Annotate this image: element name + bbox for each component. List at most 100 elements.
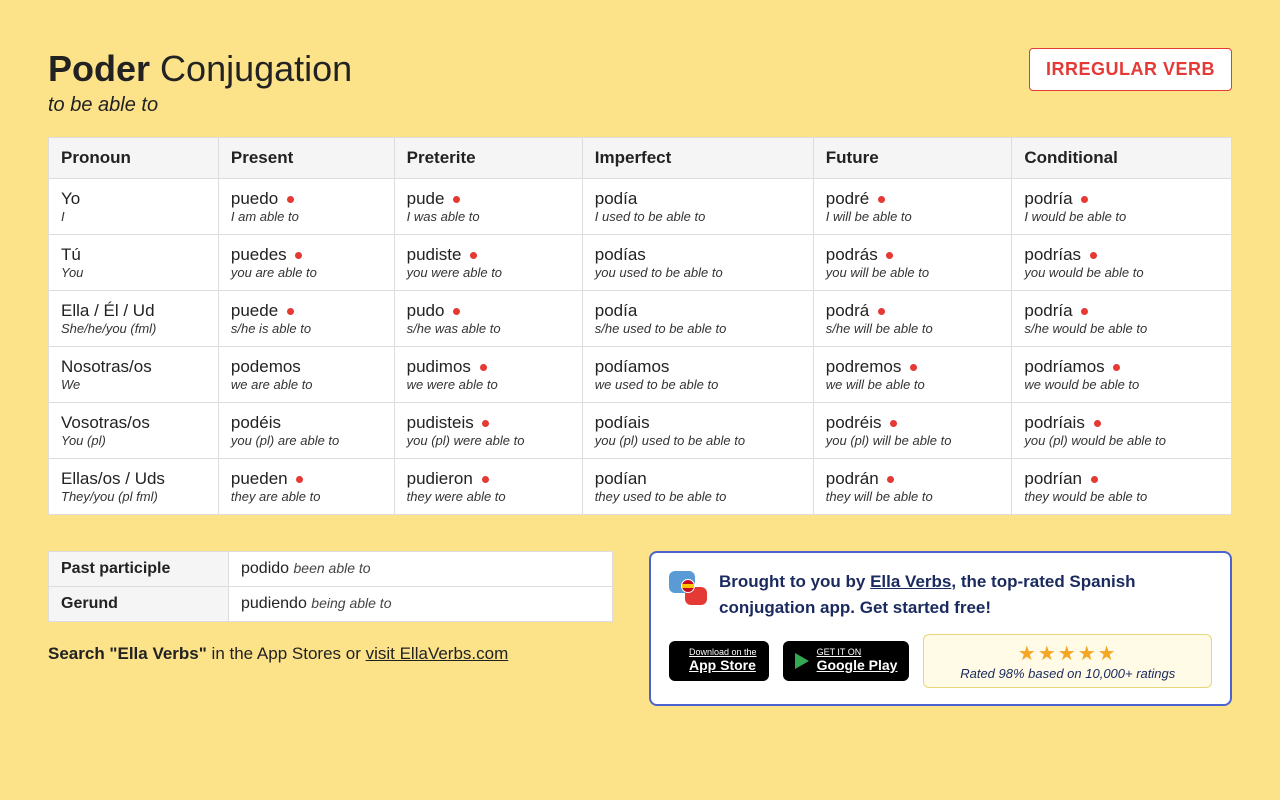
form-sub: I would be able to	[1024, 209, 1219, 224]
conjugation-cell: podía s/he used to be able to	[582, 291, 813, 347]
form: pueden	[231, 469, 382, 489]
pronoun-sub: You	[61, 265, 206, 280]
form-sub: we are able to	[231, 377, 382, 392]
form: podría	[1024, 189, 1219, 209]
pronoun-sub: They/you (pl fml)	[61, 489, 206, 504]
form-sub: they would be able to	[1024, 489, 1219, 504]
table-row: Ella / Él / UdShe/he/you (fml)puede s/he…	[49, 291, 1232, 347]
irregular-dot-icon	[1081, 308, 1088, 315]
form: podrían	[1024, 469, 1219, 489]
form-sub: they are able to	[231, 489, 382, 504]
pronoun-cell: Ella / Él / UdShe/he/you (fml)	[49, 291, 219, 347]
conjugation-cell: podría s/he would be able to	[1012, 291, 1232, 347]
search-prefix: Search "Ella Verbs"	[48, 644, 207, 663]
stars-icon: ★★★★★	[938, 641, 1197, 666]
irregular-dot-icon	[910, 364, 917, 371]
column-header: Preterite	[394, 138, 582, 179]
header: Poder Conjugation to be able to IRREGULA…	[48, 48, 1232, 117]
participle-sub: being able to	[311, 595, 391, 611]
conjugation-cell: podría I would be able to	[1012, 179, 1232, 235]
table-row: Ellas/os / UdsThey/you (pl fml)pueden th…	[49, 459, 1232, 515]
promo-bottom: Download on the App Store GET IT ON Goog…	[669, 634, 1212, 688]
column-header: Pronoun	[49, 138, 219, 179]
form-sub: I am able to	[231, 209, 382, 224]
participle-label: Gerund	[49, 587, 229, 622]
appstore-badge[interactable]: Download on the App Store	[669, 641, 769, 681]
table-row: Vosotras/osYou (pl) podéis you (pl) are a…	[49, 403, 1232, 459]
gplay-l2: Google Play	[817, 658, 898, 673]
participle-cell: pudiendo being able to	[229, 587, 613, 622]
participle-form: podido	[241, 560, 289, 577]
conjugation-table: PronounPresentPreteriteImperfectFutureCo…	[48, 137, 1232, 515]
form-sub: you (pl) are able to	[231, 433, 382, 448]
participle-sub: been able to	[294, 560, 371, 576]
form-sub: you will be able to	[826, 265, 1000, 280]
irregular-dot-icon	[453, 196, 460, 203]
googleplay-badge[interactable]: GET IT ON Google Play	[783, 641, 910, 681]
conjugation-cell: pudieron they were able to	[394, 459, 582, 515]
form: podemos	[231, 357, 382, 377]
form-sub: I was able to	[407, 209, 570, 224]
form-sub: you (pl) used to be able to	[595, 433, 801, 448]
conjugation-cell: podía I used to be able to	[582, 179, 813, 235]
irregular-dot-icon	[886, 252, 893, 259]
conjugation-cell: podremos we will be able to	[813, 347, 1012, 403]
conjugation-cell: podréis you (pl) will be able to	[813, 403, 1012, 459]
pronoun-cell: TúYou	[49, 235, 219, 291]
form-sub: we were able to	[407, 377, 570, 392]
conjugation-cell: pueden they are able to	[218, 459, 394, 515]
search-mid: in the App Stores or	[207, 644, 366, 663]
conjugation-cell: podíamos we used to be able to	[582, 347, 813, 403]
form: podéis	[231, 413, 382, 433]
form: pudiste	[407, 245, 570, 265]
conjugation-cell: podríais you (pl) would be able to	[1012, 403, 1232, 459]
form: podréis	[826, 413, 1000, 433]
form-sub: you would be able to	[1024, 265, 1219, 280]
form-sub: s/he is able to	[231, 321, 382, 336]
participle-row: Past participlepodido been able to	[49, 552, 613, 587]
conjugation-cell: podrán they will be able to	[813, 459, 1012, 515]
form-sub: they will be able to	[826, 489, 1000, 504]
pronoun: Vosotras/os	[61, 413, 206, 433]
search-line: Search "Ella Verbs" in the App Stores or…	[48, 644, 613, 664]
irregular-dot-icon	[1094, 420, 1101, 427]
pronoun-sub: We	[61, 377, 206, 392]
form: pude	[407, 189, 570, 209]
pronoun-cell: Ellas/os / UdsThey/you (pl fml)	[49, 459, 219, 515]
form: podrán	[826, 469, 1000, 489]
conjugation-cell: podrías you would be able to	[1012, 235, 1232, 291]
table-row: TúYoupuedes you are able topudiste you w…	[49, 235, 1232, 291]
conjugation-cell: podemos we are able to	[218, 347, 394, 403]
verb-name: Poder	[48, 48, 150, 89]
form: podríais	[1024, 413, 1219, 433]
form-sub: s/he would be able to	[1024, 321, 1219, 336]
pronoun-sub: You (pl)	[61, 433, 206, 448]
irregular-badge: IRREGULAR VERB	[1029, 48, 1232, 91]
promo-text: Brought to you by Ella Verbs, the top-ra…	[719, 569, 1212, 620]
promo-prefix: Brought to you by	[719, 572, 870, 591]
form: pudieron	[407, 469, 570, 489]
irregular-dot-icon	[878, 196, 885, 203]
conjugation-cell: podíais you (pl) used to be able to	[582, 403, 813, 459]
table-row: Nosotras/osWepodemos we are able topudim…	[49, 347, 1232, 403]
conjugation-cell: pudiste you were able to	[394, 235, 582, 291]
form-sub: I used to be able to	[595, 209, 801, 224]
form-sub: you (pl) would be able to	[1024, 433, 1219, 448]
pronoun-sub: I	[61, 209, 206, 224]
googleplay-icon	[795, 653, 809, 669]
visit-link[interactable]: visit EllaVerbs.com	[366, 644, 509, 663]
rating-text: Rated 98% based on 10,000+ ratings	[938, 666, 1197, 681]
form-sub: we will be able to	[826, 377, 1000, 392]
form: podía	[595, 301, 801, 321]
participle-cell: podido been able to	[229, 552, 613, 587]
promo-link[interactable]: Ella Verbs	[870, 572, 951, 591]
column-header: Conditional	[1012, 138, 1232, 179]
column-header: Imperfect	[582, 138, 813, 179]
form-sub: you used to be able to	[595, 265, 801, 280]
table-row: YoIpuedo I am able topude I was able top…	[49, 179, 1232, 235]
promo-box: Brought to you by Ella Verbs, the top-ra…	[649, 551, 1232, 706]
form-sub: s/he will be able to	[826, 321, 1000, 336]
title-rest: Conjugation	[160, 48, 352, 89]
irregular-dot-icon	[470, 252, 477, 259]
promo-top: Brought to you by Ella Verbs, the top-ra…	[669, 569, 1212, 620]
